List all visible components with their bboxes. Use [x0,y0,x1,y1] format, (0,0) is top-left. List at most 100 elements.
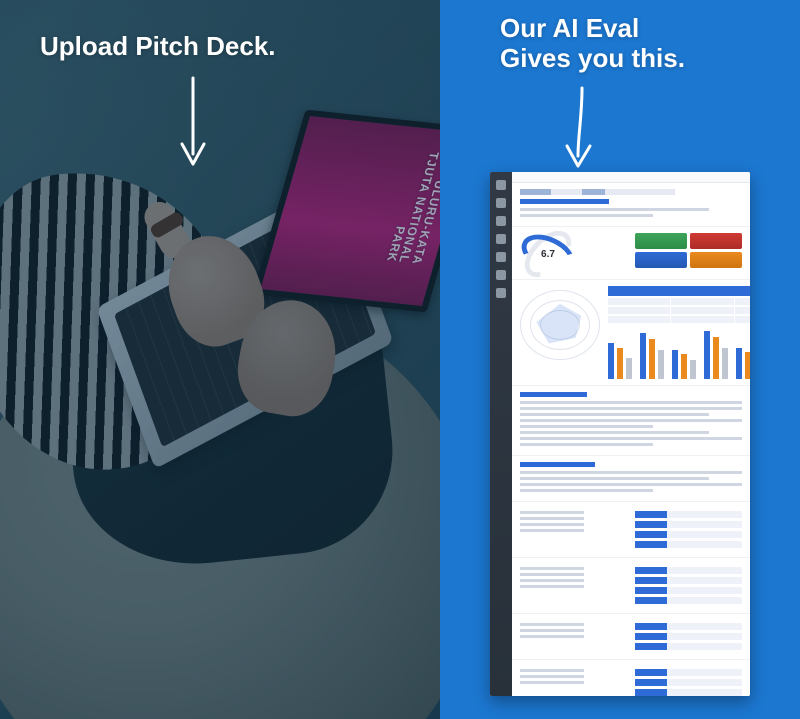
text-line [520,669,584,672]
score-bar [635,633,742,640]
bar [617,348,623,379]
tile-orange [690,252,742,268]
mini-table-row [608,307,750,314]
bar [672,350,678,379]
charts-section [512,280,750,386]
mini-table-row [608,298,750,305]
bar [640,333,646,379]
bar [681,354,687,379]
text-line [520,567,584,570]
left-heading: Upload Pitch Deck. [40,32,276,62]
tiles-col [635,233,742,273]
bar [722,348,728,379]
score-bar [635,531,742,538]
score-bar [635,643,742,650]
bar [736,348,742,379]
body-section-1 [512,386,750,456]
text-line [520,483,742,486]
promo-graphic: ULURU-KATA TJUTA NATIONAL PARK Upload Pi… [0,0,800,719]
radar-col [520,286,600,379]
text-line [520,635,584,638]
text-line [520,517,584,520]
right-heading: Our AI Eval Gives you this. [500,14,685,74]
text-line [520,675,584,678]
section-title [520,392,587,397]
score-bar [635,541,742,548]
bar [690,360,696,379]
tile-red [690,233,742,249]
summary-section: 6.7 [512,227,750,280]
text-line [520,477,709,480]
text-line [520,529,584,532]
bar [658,350,664,379]
text-line [520,425,653,428]
bar [704,331,710,379]
score-bar [635,587,742,594]
scores-section-4 [512,660,750,696]
status-tiles [635,233,742,268]
bar [649,339,655,379]
sidebar-icon [496,198,506,208]
text-line [520,629,584,632]
score-bar [635,679,742,686]
bar [713,337,719,379]
score-bar [635,521,742,528]
right-heading-line1: Our AI Eval [500,13,639,43]
photo-tint [0,0,440,719]
text-line [520,413,709,416]
sidebar-icon [496,216,506,226]
sidebar-icon [496,252,506,262]
tile-green [635,233,687,249]
score-bar [635,597,742,604]
bar [608,343,614,379]
mini-table-row [608,316,750,323]
text-line [520,471,742,474]
mini-table-header [608,286,750,296]
text-line [520,623,584,626]
report-topbar [512,172,750,183]
text-line [520,214,653,217]
text-line [520,681,584,684]
bar [626,358,632,379]
score-bar [635,689,742,696]
score-gauge: 6.7 [520,237,576,271]
right-heading-line2: Gives you this. [500,43,685,73]
gauge-value: 6.7 [520,249,576,260]
radar-chart [520,290,600,360]
arrow-down-left [176,76,210,172]
score-bar [635,511,742,518]
sidebar-icon [496,270,506,280]
bar [745,352,750,379]
text-line [520,511,584,514]
left-photo-panel: ULURU-KATA TJUTA NATIONAL PARK [0,0,440,719]
scores-section-1 [512,502,750,558]
text-line [520,489,653,492]
text-line [520,573,584,576]
text-line [520,431,709,434]
breadcrumb [520,189,675,195]
score-bar [635,577,742,584]
bar-chart [608,327,750,379]
report-sidebar [490,172,512,696]
sidebar-icon [496,180,506,190]
text-line [520,579,584,582]
text-line [520,437,742,440]
ai-eval-report: 6.7 [490,172,750,696]
text-line [520,401,742,404]
score-bar [635,567,742,574]
text-line [520,523,584,526]
text-line [520,585,584,588]
text-line [520,419,742,422]
gauge-col: 6.7 [520,233,627,273]
report-page: 6.7 [512,172,750,696]
body-section-2 [512,456,750,502]
sidebar-icon [496,234,506,244]
text-line [520,443,653,446]
scores-section-2 [512,558,750,614]
tile-blue [635,252,687,268]
sidebar-icon [496,288,506,298]
table-and-bars-col [608,286,750,379]
text-line [520,208,709,211]
text-line [520,407,742,410]
score-bar [635,669,742,676]
